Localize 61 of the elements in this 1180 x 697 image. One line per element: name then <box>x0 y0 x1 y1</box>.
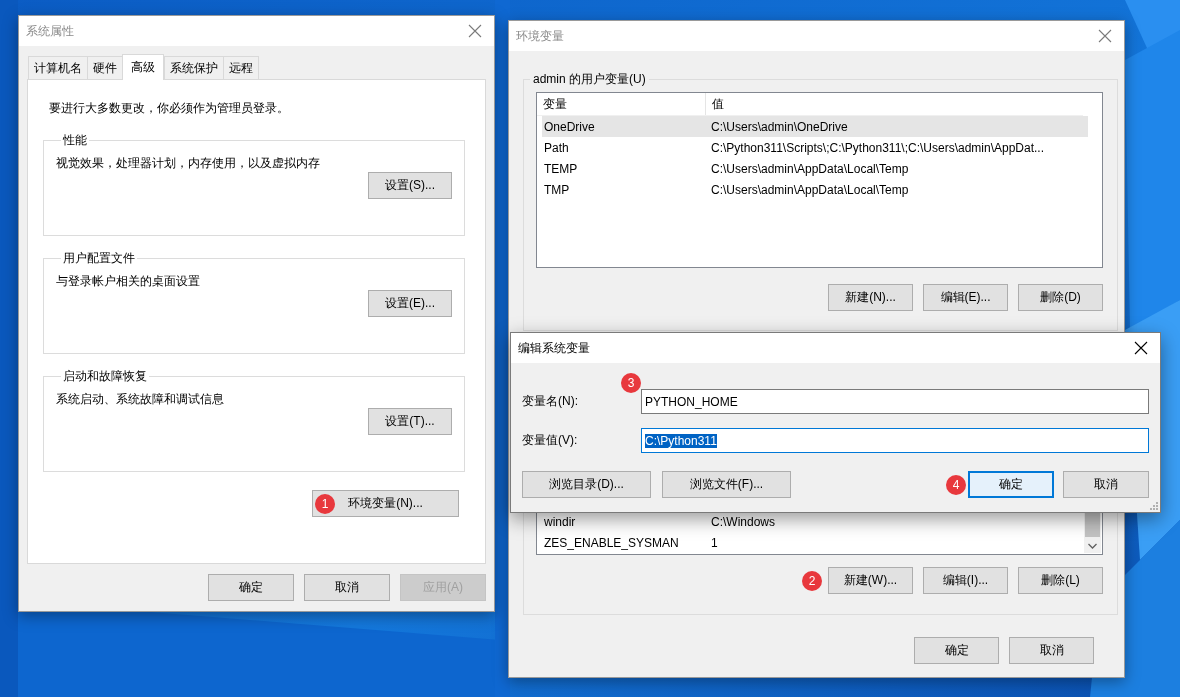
tab[interactable]: 计算机名 <box>28 56 88 79</box>
list-row[interactable]: TMP C:\Users\admin\AppData\Local\Temp <box>542 179 1088 200</box>
group-title: 用户配置文件 <box>62 250 136 267</box>
group-title: 性能 <box>62 132 88 149</box>
input-field[interactable]: C:\Python311 <box>641 428 1149 453</box>
dialog-button[interactable]: 确定 <box>914 637 999 664</box>
field-label: 变量名(N): <box>522 393 579 410</box>
column-header[interactable]: 变量 <box>537 93 706 115</box>
group-title: 启动和故障恢复 <box>62 368 148 385</box>
variable-value: 1 <box>711 535 718 550</box>
dialog-button[interactable]: 取消 <box>304 574 390 601</box>
tab[interactable]: 远程 <box>223 56 259 79</box>
settings-button[interactable]: 设置(S)... <box>368 172 452 199</box>
group-description: 视觉效果，处理器计划，内存使用，以及虚拟内存 <box>56 155 321 172</box>
resize-grip-icon[interactable] <box>1150 502 1158 510</box>
column-header[interactable]: 值 <box>706 93 724 115</box>
list-row[interactable]: ZES_ENABLE_SYSMAN 1 <box>542 532 1088 553</box>
dialog-button[interactable]: 取消 <box>1063 471 1149 498</box>
list-action-button[interactable]: 删除(L) <box>1018 567 1103 594</box>
window-title: 系统属性 <box>26 22 74 40</box>
variable-value: C:\Users\admin\OneDrive <box>711 119 848 134</box>
window-title: 编辑系统变量 <box>518 339 590 357</box>
field-label: 变量值(V): <box>522 432 579 449</box>
group-title: admin 的用户变量(U) <box>530 71 649 88</box>
settings-button[interactable]: 设置(E)... <box>368 290 452 317</box>
close-icon[interactable] <box>1134 341 1148 355</box>
list-row[interactable]: Path C:\Python311\Scripts\;C:\Python311\;C:\Users\admin\AppDat... <box>542 137 1088 158</box>
dialog-button[interactable]: 取消 <box>1009 637 1094 664</box>
browse-button[interactable]: 浏览目录(D)... <box>522 471 651 498</box>
input-field[interactable]: PYTHON_HOME <box>641 389 1149 414</box>
variable-name: windir <box>543 514 577 529</box>
notice-text: 要进行大多数更改，你必须作为管理员登录。 <box>49 100 290 117</box>
list-action-button[interactable]: 编辑(E)... <box>923 284 1008 311</box>
browse-button[interactable]: 浏览文件(F)... <box>662 471 791 498</box>
variable-name: TEMP <box>543 161 579 176</box>
variable-name: Path <box>543 140 570 155</box>
list-row[interactable]: windir C:\Windows <box>542 511 1088 532</box>
variable-value: C:\Python311\Scripts\;C:\Python311\;C:\Users\admin\AppDat... <box>711 140 1045 155</box>
list-row[interactable]: TEMP C:\Users\admin\AppData\Local\Temp <box>542 158 1088 179</box>
group-description: 系统启动、系统故障和调试信息 <box>56 391 225 408</box>
step-badge: 4 <box>946 474 966 495</box>
variable-value: C:\Windows <box>711 514 775 529</box>
variable-name: ZES_ENABLE_SYSMAN <box>543 535 680 550</box>
variable-value: C:\Users\admin\AppData\Local\Temp <box>711 161 909 176</box>
tab[interactable]: 高级 <box>122 54 164 80</box>
list-row[interactable]: OneDrive C:\Users\admin\OneDrive <box>542 116 1088 137</box>
step-badge: 2 <box>802 570 822 591</box>
variable-name: TMP <box>543 182 571 197</box>
list-action-button[interactable]: 删除(D) <box>1018 284 1103 311</box>
step-badge: 3 <box>621 373 641 393</box>
window-title: 环境变量 <box>516 27 564 45</box>
dialog-button[interactable]: 确定 <box>208 574 294 601</box>
list-action-button[interactable]: 新建(N)... <box>828 284 913 311</box>
dialog-button[interactable]: 确定 <box>968 471 1054 498</box>
group-description: 与登录帐户相关的桌面设置 <box>56 273 201 290</box>
list-action-button[interactable]: 新建(W)... <box>828 567 913 594</box>
list-action-button[interactable]: 编辑(I)... <box>923 567 1008 594</box>
variable-value: C:\Users\admin\AppData\Local\Temp <box>711 182 909 197</box>
settings-button[interactable]: 设置(T)... <box>368 408 452 435</box>
variable-name: OneDrive <box>543 119 596 134</box>
tab[interactable]: 系统保护 <box>164 56 224 79</box>
